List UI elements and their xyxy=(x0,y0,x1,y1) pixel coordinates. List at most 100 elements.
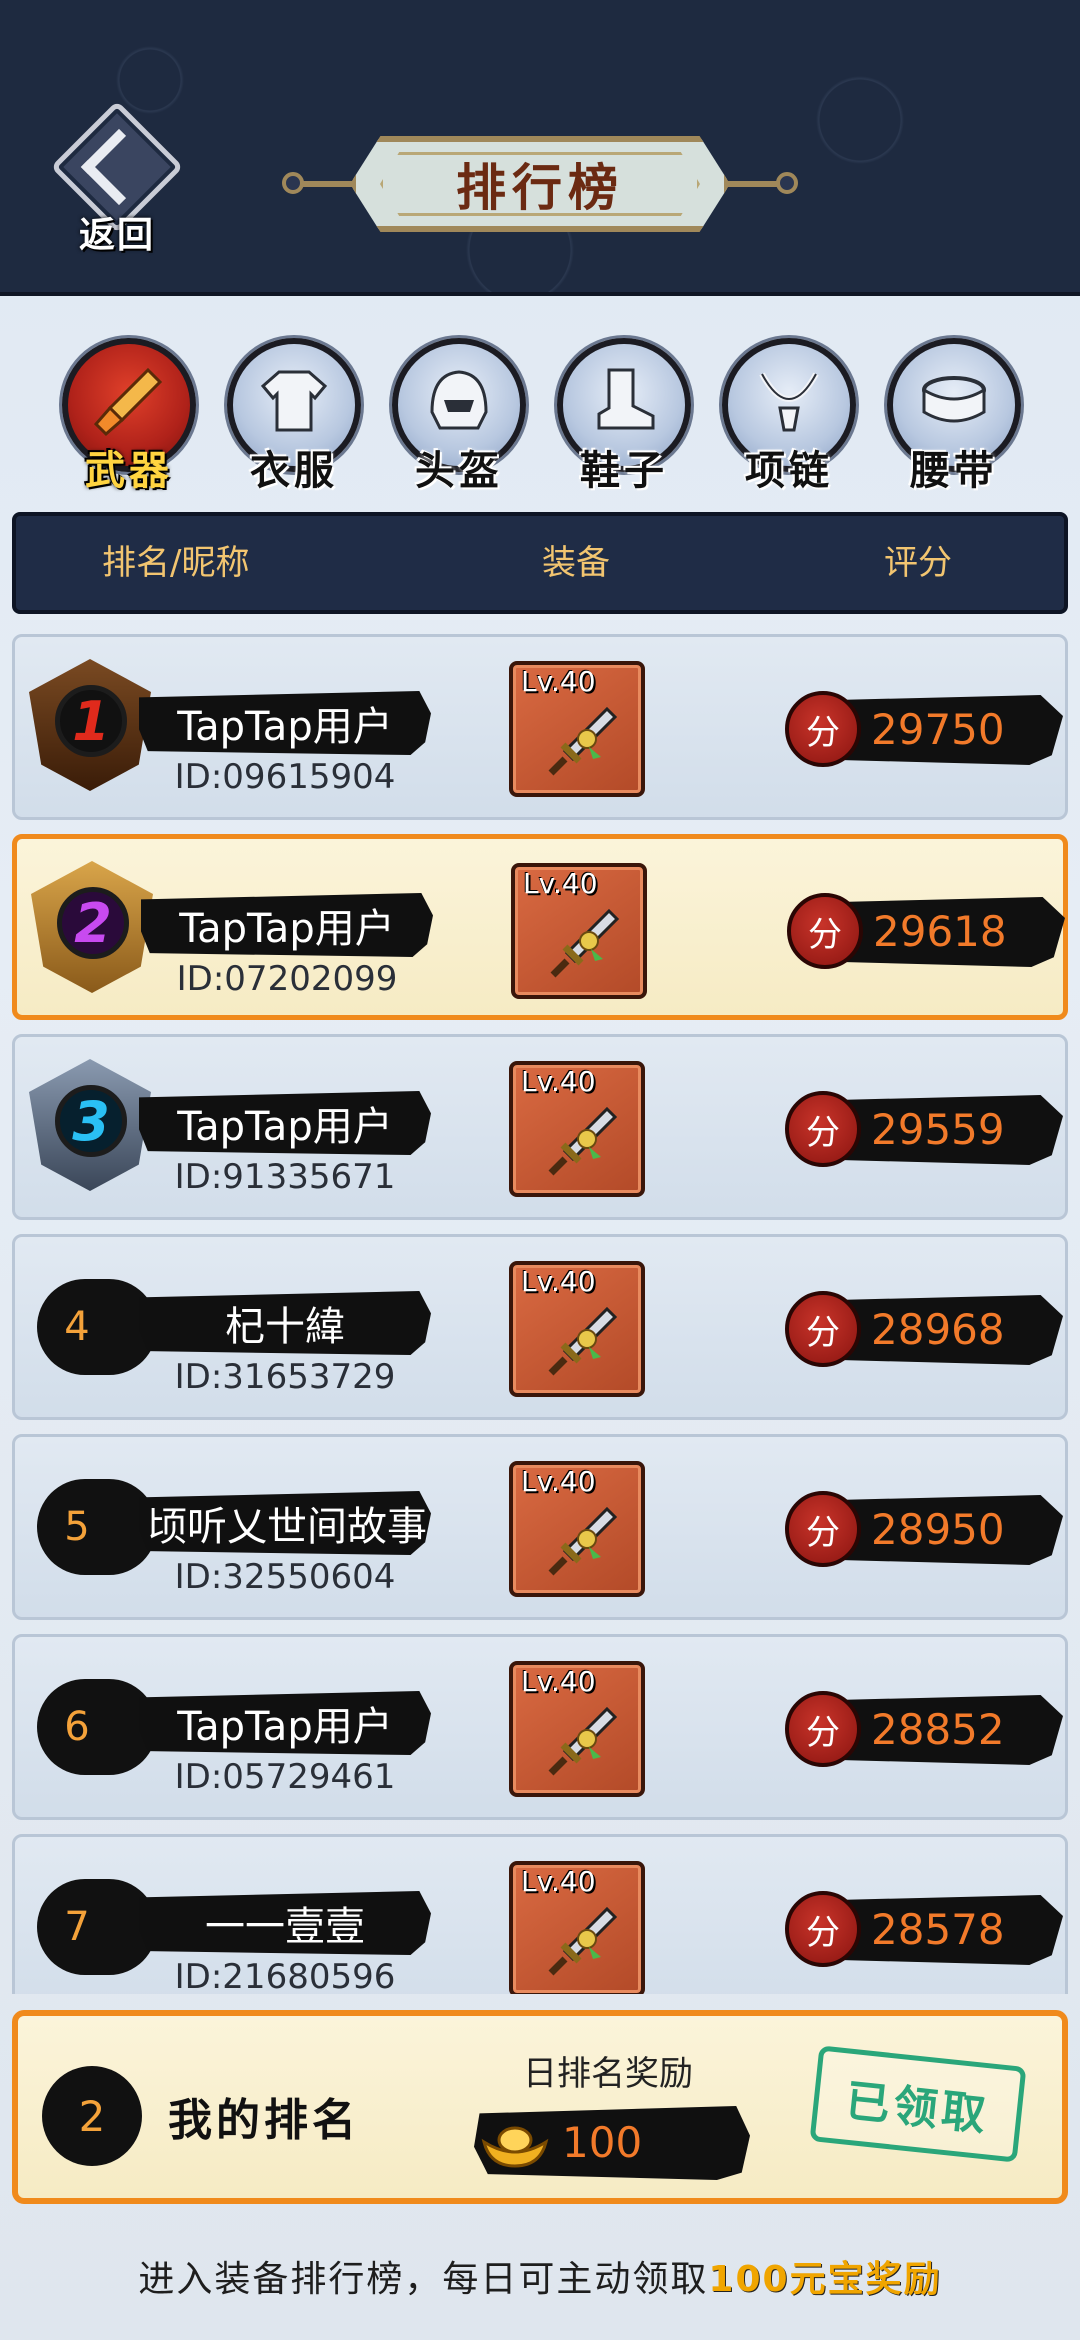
helmet-icon xyxy=(422,364,496,438)
equipment-level: Lv.40 xyxy=(521,1065,596,1098)
footer-note: 进入装备排行榜，每日可主动领取100元宝奖励 xyxy=(0,2250,1080,2302)
equipment-slot[interactable]: Lv.40 xyxy=(511,863,647,999)
equipment-level: Lv.40 xyxy=(521,1465,596,1498)
belt-icon xyxy=(917,364,991,438)
player-score: 28852 xyxy=(871,1705,1005,1754)
tab-shoes[interactable]: 鞋子 xyxy=(549,330,699,500)
column-header-score: 评分 xyxy=(884,543,952,583)
my-rank-panel: 2 我的排名 日排名奖励 100 已领取 xyxy=(12,2010,1068,2204)
tab-belt[interactable]: 腰带 xyxy=(879,330,1029,500)
score-seal: 分 xyxy=(785,1291,861,1367)
necklace-icon xyxy=(752,364,826,438)
player-name: 杞十緯 xyxy=(139,1291,431,1355)
player-score: 28950 xyxy=(871,1505,1005,1554)
player-name: TapTap用户 xyxy=(139,691,431,755)
title-rod-end-right xyxy=(776,172,798,194)
tab-weapon[interactable]: 武器 xyxy=(54,330,204,500)
sword-icon xyxy=(548,1906,618,1976)
ranking-row-6[interactable]: 6 TapTap用户 ID:05729461 Lv.40 分 28852 xyxy=(12,1634,1068,1820)
category-tabs: 武器 衣服 头盔 鞋子 项链 腰带 xyxy=(0,330,1080,510)
column-header-bar: 排名/昵称 装备 评分 xyxy=(12,512,1068,614)
score-seal: 分 xyxy=(785,691,861,767)
sword-icon xyxy=(548,706,618,776)
score-seal: 分 xyxy=(787,893,863,969)
player-id: ID:31653729 xyxy=(174,1357,396,1397)
back-label: 返回 xyxy=(78,215,155,256)
daily-reward-amount: 100 xyxy=(562,2118,643,2167)
clothes-icon xyxy=(257,364,331,438)
player-name: 一一壹壹 xyxy=(139,1891,431,1955)
sword-icon xyxy=(548,1306,618,1376)
ranking-row-7[interactable]: 7 一一壹壹 ID:21680596 Lv.40 分 28578 xyxy=(12,1834,1068,1994)
player-score: 28578 xyxy=(871,1905,1005,1954)
player-id: ID:91335671 xyxy=(174,1157,396,1197)
score-seal: 分 xyxy=(785,1091,861,1167)
player-name: TapTap用户 xyxy=(139,1691,431,1755)
equipment-slot[interactable]: Lv.40 xyxy=(509,1661,645,1797)
player-name: 顷听乂世间故事 xyxy=(139,1491,431,1555)
title-rod-end-left xyxy=(282,172,304,194)
brush-weapon-icon xyxy=(92,364,166,438)
equipment-slot[interactable]: Lv.40 xyxy=(509,1461,645,1597)
tab-clothes[interactable]: 衣服 xyxy=(219,330,369,500)
equipment-slot[interactable]: Lv.40 xyxy=(509,661,645,797)
tab-label: 腰带 xyxy=(910,448,998,494)
equipment-level: Lv.40 xyxy=(521,665,596,698)
player-score: 28968 xyxy=(871,1305,1005,1354)
sword-icon xyxy=(550,908,620,978)
player-name: TapTap用户 xyxy=(139,1091,431,1155)
footer-note-text: 进入装备排行榜，每日可主动领取 xyxy=(138,2259,709,2300)
ranking-row-4[interactable]: 4 杞十緯 ID:31653729 Lv.40 分 28968 xyxy=(12,1234,1068,1420)
column-header-rank-name: 排名/昵称 xyxy=(102,543,250,583)
ranking-row-3[interactable]: 3 TapTap用户 ID:91335671 Lv.40 分 29559 xyxy=(12,1034,1068,1220)
score-seal: 分 xyxy=(785,1891,861,1967)
my-rank-label: 我的排名 xyxy=(168,2095,360,2146)
tab-label: 武器 xyxy=(85,448,173,494)
equipment-level: Lv.40 xyxy=(523,867,598,900)
gold-ingot-icon xyxy=(481,2126,549,2168)
title-plate: 排行榜 xyxy=(350,136,730,232)
player-id: ID:07202099 xyxy=(176,959,398,999)
ranking-row-1[interactable]: 1 TapTap用户 ID:09615904 Lv.40 分 29750 xyxy=(12,634,1068,820)
claimed-stamp: 已领取 xyxy=(809,2045,1027,2163)
ranking-list[interactable]: 1 TapTap用户 ID:09615904 Lv.40 分 29750 2 T… xyxy=(12,628,1068,1994)
player-id: ID:05729461 xyxy=(174,1757,396,1797)
equipment-slot[interactable]: Lv.40 xyxy=(509,1261,645,1397)
rank-1-orb: 1 xyxy=(55,685,127,757)
equipment-level: Lv.40 xyxy=(521,1665,596,1698)
tab-label: 项链 xyxy=(745,448,833,494)
ranking-row-5[interactable]: 5 顷听乂世间故事 ID:32550604 Lv.40 分 28950 xyxy=(12,1434,1068,1620)
tab-helmet[interactable]: 头盔 xyxy=(384,330,534,500)
top-header: 返回 排行榜 xyxy=(0,0,1080,296)
player-id: ID:09615904 xyxy=(174,757,396,797)
tab-label: 衣服 xyxy=(250,448,338,494)
player-id: ID:21680596 xyxy=(174,1957,396,1994)
score-seal: 分 xyxy=(785,1491,861,1567)
footer-note-highlight: 100元宝奖励 xyxy=(708,2259,942,2300)
daily-reward-title: 日排名奖励 xyxy=(523,2054,693,2094)
player-id: ID:32550604 xyxy=(174,1557,396,1597)
ranking-row-2[interactable]: 2 TapTap用户 ID:07202099 Lv.40 分 29618 xyxy=(12,834,1068,1020)
equipment-level: Lv.40 xyxy=(521,1265,596,1298)
column-header-equipment: 装备 xyxy=(542,543,610,583)
score-seal: 分 xyxy=(785,1691,861,1767)
player-name: TapTap用户 xyxy=(141,893,433,957)
equipment-slot[interactable]: Lv.40 xyxy=(509,1861,645,1994)
equipment-level: Lv.40 xyxy=(521,1865,596,1898)
player-score: 29559 xyxy=(871,1105,1005,1154)
sword-icon xyxy=(548,1506,618,1576)
boot-icon xyxy=(587,364,661,438)
sword-icon xyxy=(548,1106,618,1176)
player-score: 29618 xyxy=(873,907,1007,956)
tab-label: 头盔 xyxy=(415,448,503,494)
player-score: 29750 xyxy=(871,705,1005,754)
back-button[interactable]: 返回 xyxy=(42,100,192,260)
sword-icon xyxy=(548,1706,618,1776)
tab-label: 鞋子 xyxy=(580,448,668,494)
my-rank-number: 2 xyxy=(42,2066,142,2166)
tab-necklace[interactable]: 项链 xyxy=(714,330,864,500)
page-title: 排行榜 xyxy=(456,159,624,217)
rank-3-orb: 3 xyxy=(55,1085,127,1157)
rank-2-orb: 2 xyxy=(57,887,129,959)
equipment-slot[interactable]: Lv.40 xyxy=(509,1061,645,1197)
